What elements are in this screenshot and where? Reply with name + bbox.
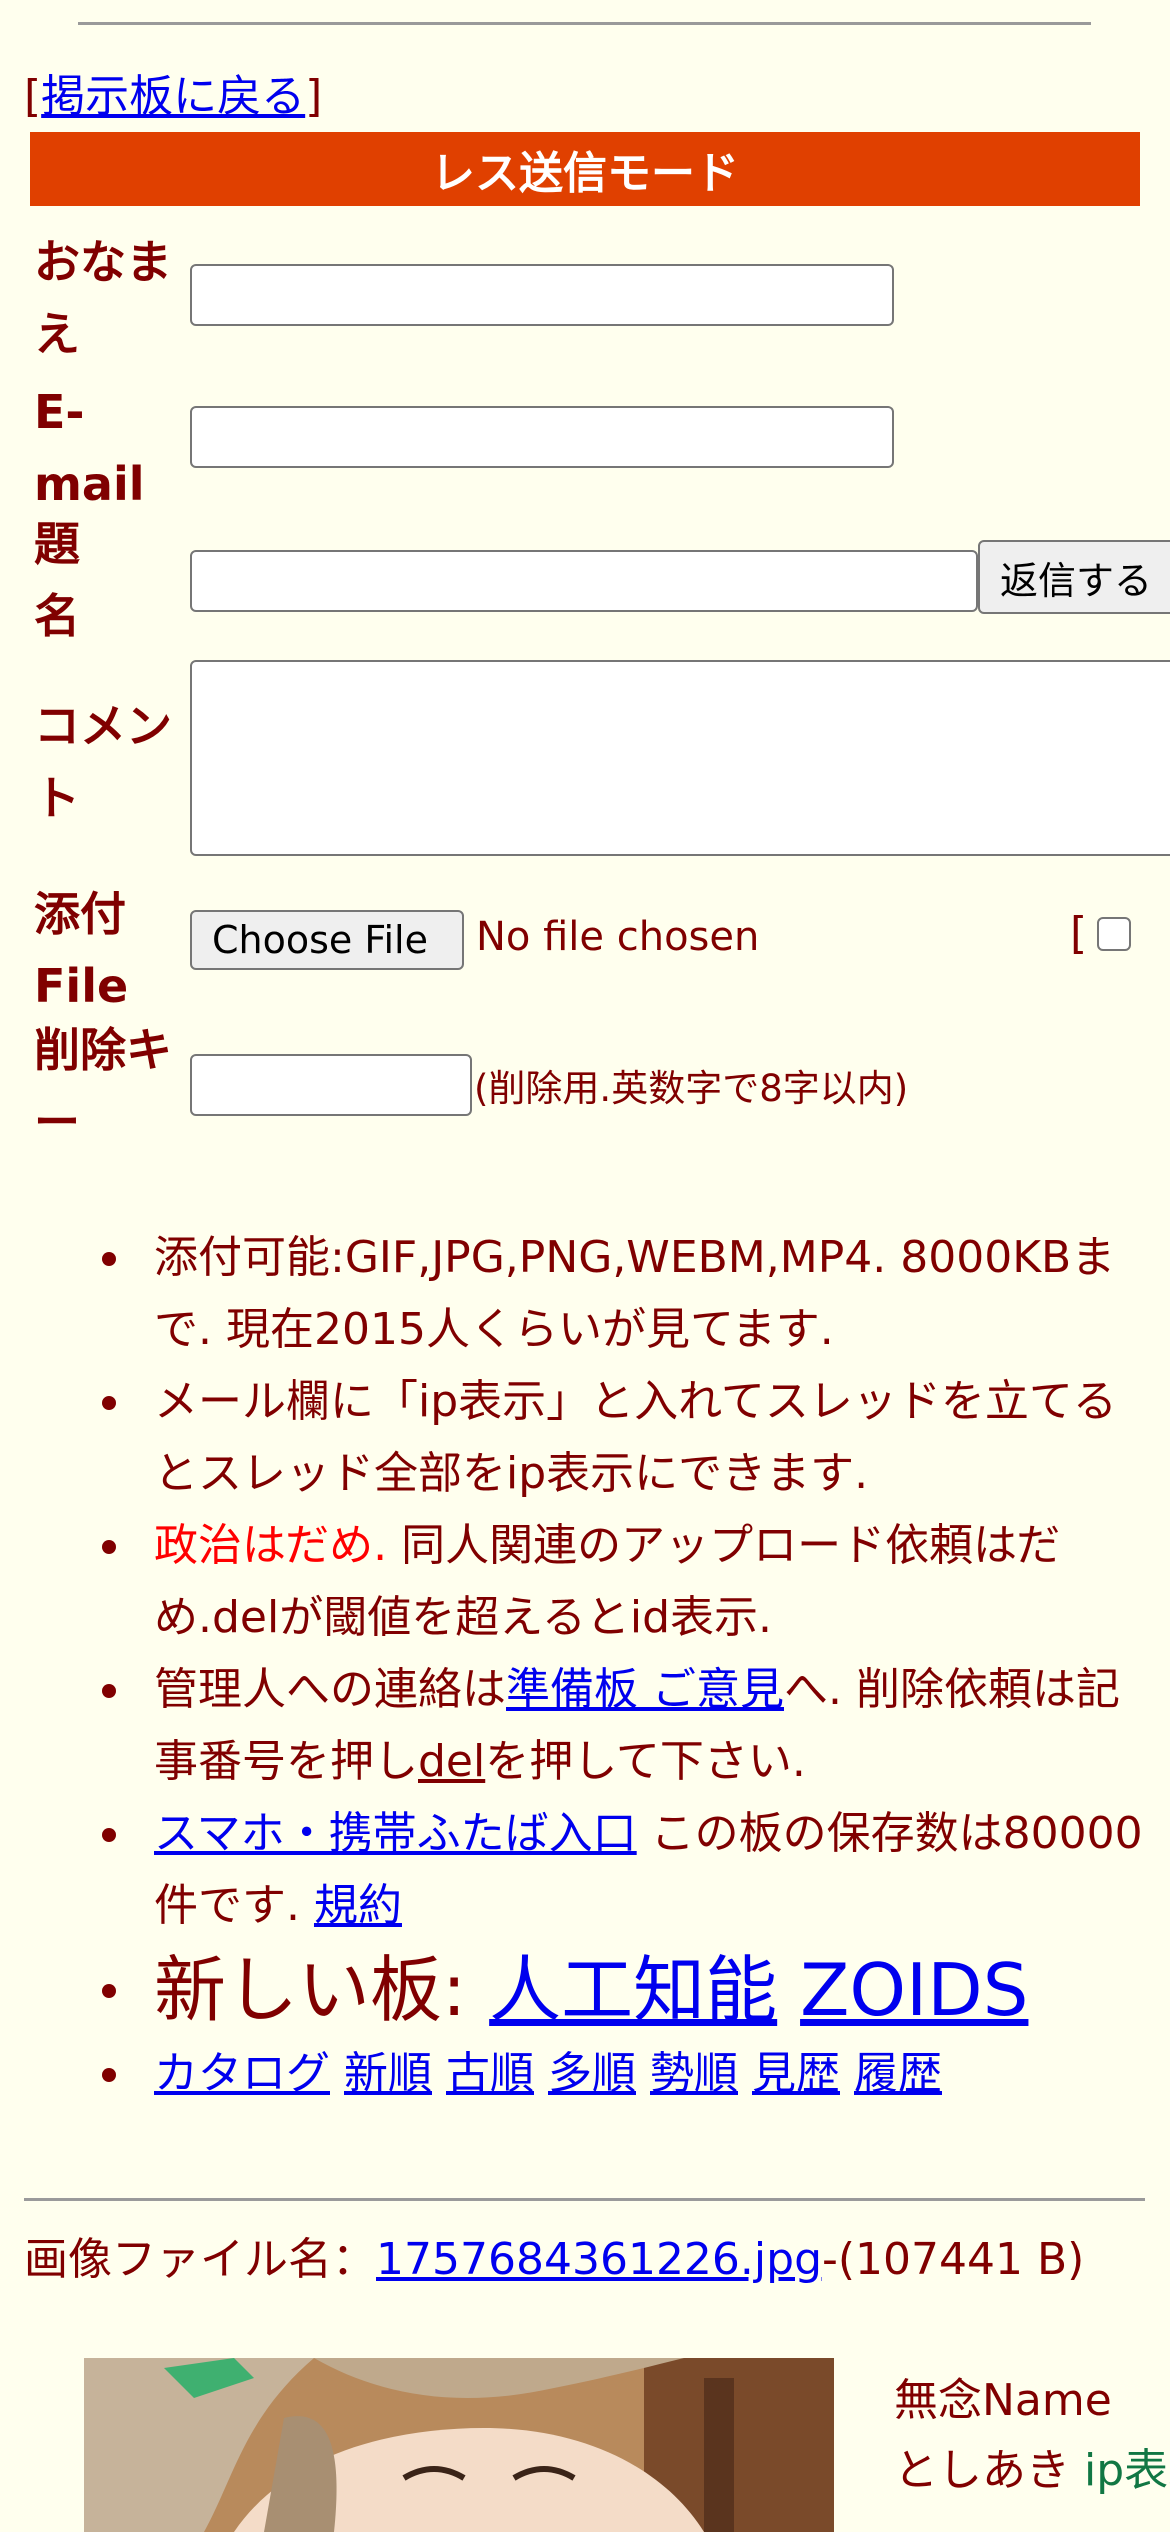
name-input[interactable] bbox=[190, 264, 894, 326]
subject-label: 題名 bbox=[34, 517, 80, 643]
comment-label: コメント bbox=[34, 699, 172, 825]
nav-newest-link[interactable]: 新順 bbox=[344, 2048, 432, 2099]
list-item: スマホ・携帯ふたば入口 この板の保存数は80000件です. 規約 bbox=[0, 1798, 1170, 1942]
attach-label: 添付File bbox=[34, 887, 129, 1013]
new-board-zoids-link[interactable]: ZOIDS bbox=[800, 1948, 1028, 2032]
post-poster: としあき ip表示 bbox=[894, 2436, 1170, 2506]
feedback-board-link[interactable]: 準備板 ご意見 bbox=[506, 1664, 784, 1715]
image-only-checkbox[interactable] bbox=[1097, 916, 1132, 951]
email-label: E-mail bbox=[34, 385, 145, 511]
name-label: おなまえ bbox=[34, 235, 172, 361]
image-file-info: 画像ファイル名：1757684361226.jpg-(107441 B) bbox=[24, 2234, 1085, 2285]
email-input[interactable] bbox=[190, 406, 894, 468]
nav-most-replies-link[interactable]: 多順 bbox=[548, 2048, 636, 2099]
mobile-entrance-link[interactable]: スマホ・携帯ふたば入口 bbox=[154, 1808, 637, 1859]
list-item: カタログ 新順 古順 多順 勢順 見歴 履歴 bbox=[0, 2038, 1170, 2110]
image-file-link[interactable]: 1757684361226.jpg bbox=[376, 2234, 822, 2285]
nav-history-link[interactable]: 履歴 bbox=[854, 2048, 942, 2099]
nav-oldest-link[interactable]: 古順 bbox=[446, 2048, 534, 2099]
nav-viewed-history-link[interactable]: 見歴 bbox=[752, 2048, 840, 2099]
nav-catalog-link[interactable]: カタログ bbox=[154, 2048, 330, 2099]
nav-momentum-link[interactable]: 勢順 bbox=[650, 2048, 738, 2099]
no-file-chosen-text: No file chosen bbox=[476, 914, 760, 960]
comment-textarea[interactable] bbox=[190, 660, 1170, 856]
list-item: 新しい板: 人工知能 ZOIDS bbox=[0, 1942, 1170, 2038]
list-item: 添付可能:GIF,JPG,PNG,WEBM,MP4. 8000KBまで. 現在2… bbox=[0, 1222, 1170, 1366]
terms-link[interactable]: 規約 bbox=[314, 1880, 402, 1931]
board-info-list: 添付可能:GIF,JPG,PNG,WEBM,MP4. 8000KBまで. 現在2… bbox=[0, 1222, 1170, 2110]
choose-file-button[interactable]: Choose File bbox=[190, 910, 464, 970]
delete-key-hint: (削除用.英数字で8字以内) bbox=[474, 1067, 909, 1110]
subject-input[interactable] bbox=[190, 550, 978, 612]
thread-image-thumbnail[interactable] bbox=[84, 2358, 834, 2532]
delete-key-input[interactable] bbox=[190, 1054, 472, 1116]
reply-mode-banner: レス送信モード bbox=[30, 132, 1140, 206]
thread-divider bbox=[24, 2198, 1145, 2201]
list-item: メール欄に「ip表示」と入れてスレッドを立てるとスレッド全部をip表示にできます… bbox=[0, 1366, 1170, 1510]
image-only-option: [ bbox=[1070, 908, 1132, 959]
new-board-ai-link[interactable]: 人工知能 bbox=[489, 1948, 777, 2032]
reply-submit-button[interactable]: 返信する bbox=[978, 540, 1170, 614]
back-to-board-link[interactable]: 掲示板に戻る bbox=[41, 71, 305, 122]
del-link[interactable]: del bbox=[418, 1736, 485, 1787]
list-item: 管理人への連絡は準備板 ご意見へ. 削除依頼は記事番号を押しdelを押して下さい… bbox=[0, 1654, 1170, 1798]
delete-key-label: 削除キー bbox=[34, 1023, 172, 1149]
list-item: 政治はだめ. 同人関連のアップロード依頼はだめ.delが閾値を超えるとid表示. bbox=[0, 1510, 1170, 1654]
anime-girl-thumbnail-art bbox=[84, 2358, 834, 2532]
back-to-board: [掲示板に戻る] bbox=[24, 71, 323, 122]
post-name: 無念Name bbox=[894, 2375, 1112, 2426]
top-divider bbox=[78, 22, 1091, 25]
ip-display-label: ip表示 bbox=[1084, 2445, 1170, 2496]
